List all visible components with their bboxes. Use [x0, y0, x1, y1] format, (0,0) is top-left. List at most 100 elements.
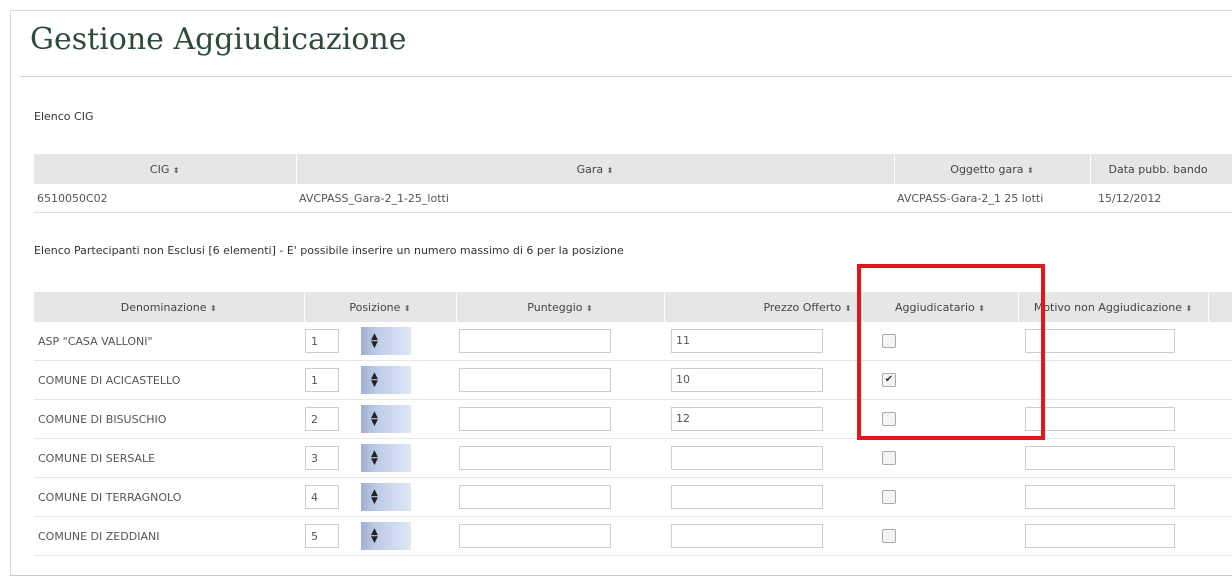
table-row: COMUNE DI BISUSCHIO 2 ▲ ▼ 12	[34, 399, 1232, 439]
punteggio-cell	[456, 516, 664, 556]
extra-cell	[1208, 360, 1232, 400]
prezzo-offerto-input[interactable]: 12	[671, 407, 823, 431]
punteggio-cell	[456, 438, 664, 478]
spinner-down-icon[interactable]: ▼	[371, 536, 378, 545]
extra-cell	[1208, 322, 1232, 361]
table-row: COMUNE DI SERSALE 3 ▲ ▼	[34, 438, 1232, 478]
prezzo-offerto-input[interactable]: 11	[671, 329, 823, 353]
motivo-cell	[1018, 399, 1208, 439]
posizione-input[interactable]: 5	[305, 524, 339, 548]
posizione-spinner[interactable]: ▲ ▼	[361, 483, 411, 511]
oggetto-gara-value: AVCPASS-Gara-2_1 25 lotti	[894, 184, 1090, 213]
cig-section-label: Elenco CIG	[34, 110, 94, 123]
prezzo-cell: 11	[664, 322, 862, 361]
spinner-down-icon[interactable]: ▼	[371, 497, 378, 506]
prezzo-offerto-input[interactable]	[671, 446, 823, 470]
posizione-input[interactable]: 1	[305, 368, 339, 392]
posizione-cell: 4 ▲ ▼	[304, 477, 456, 517]
motivo-input[interactable]	[1025, 329, 1175, 353]
punteggio-cell	[456, 360, 664, 400]
spinner-down-icon[interactable]: ▼	[371, 341, 378, 350]
sort-arrows-icon: ⬍	[844, 303, 852, 313]
posizione-cell: 1 ▲ ▼	[304, 360, 456, 400]
punteggio-input[interactable]	[459, 524, 611, 548]
aggiudicatario-cell	[862, 477, 1018, 517]
table-row: COMUNE DI ZEDDIANI 5 ▲ ▼	[34, 516, 1232, 556]
sort-arrows-icon: ⬍	[210, 303, 217, 313]
prezzo-cell	[664, 477, 862, 517]
punteggio-cell	[456, 322, 664, 361]
sort-arrows-icon: ⬍	[586, 303, 593, 313]
posizione-spinner[interactable]: ▲ ▼	[361, 327, 411, 355]
posizione-column-header[interactable]: Posizione ⬍	[304, 292, 457, 322]
aggiudicatario-cell	[862, 438, 1018, 478]
posizione-spinner[interactable]: ▲ ▼	[361, 405, 411, 433]
spinner-down-icon[interactable]: ▼	[371, 380, 378, 389]
spinner-down-icon[interactable]: ▼	[371, 458, 378, 467]
table-row[interactable]: 6510050C02 AVCPASS_Gara-2_1-25_lotti AVC…	[34, 184, 1232, 213]
posizione-spinner[interactable]: ▲ ▼	[361, 444, 411, 472]
gara-column-header[interactable]: Gara ⬍	[296, 154, 895, 184]
cig-table: CIG ⬍ Gara ⬍ Oggetto gara ⬍ Data pubb. b…	[34, 154, 1232, 213]
punteggio-input[interactable]	[459, 407, 611, 431]
prezzo-offerto-column-header[interactable]: Prezzo Offerto ⬍	[664, 292, 863, 322]
participants-header-row: Denominazione ⬍ Posizione ⬍ Punteggio ⬍ …	[34, 292, 1232, 322]
title-divider	[20, 76, 1232, 77]
participants-section-label: Elenco Partecipanti non Esclusi [6 eleme…	[34, 244, 624, 257]
punteggio-cell	[456, 399, 664, 439]
motivo-input[interactable]	[1025, 485, 1175, 509]
posizione-cell: 5 ▲ ▼	[304, 516, 456, 556]
aggiudicatario-checkbox[interactable]	[882, 529, 896, 543]
sort-arrows-icon: ⬍	[403, 303, 411, 313]
motivo-input[interactable]	[1025, 407, 1175, 431]
posizione-spinner[interactable]: ▲ ▼	[361, 366, 411, 394]
punteggio-column-header[interactable]: Punteggio ⬍	[456, 292, 665, 322]
page-title: Gestione Aggiudicazione	[30, 22, 407, 57]
extra-cell	[1208, 438, 1232, 478]
punteggio-input[interactable]	[459, 329, 611, 353]
prezzo-offerto-input[interactable]	[671, 485, 823, 509]
prezzo-offerto-input[interactable]: 10	[671, 368, 823, 392]
motivo-cell	[1018, 360, 1208, 400]
cig-column-header[interactable]: CIG ⬍	[34, 154, 297, 184]
posizione-input[interactable]: 1	[305, 329, 339, 353]
motivo-column-header[interactable]: Motivo non Aggiudicazione ⬍	[1018, 292, 1209, 322]
extra-cell	[1208, 477, 1232, 517]
motivo-cell	[1018, 438, 1208, 478]
cig-header-row: CIG ⬍ Gara ⬍ Oggetto gara ⬍ Data pubb. b…	[34, 154, 1232, 184]
posizione-input[interactable]: 4	[305, 485, 339, 509]
motivo-cell	[1018, 477, 1208, 517]
prezzo-offerto-input[interactable]	[671, 524, 823, 548]
prezzo-cell: 10	[664, 360, 862, 400]
table-row: COMUNE DI TERRAGNOLO 4 ▲ ▼	[34, 477, 1232, 517]
denominazione-cell: COMUNE DI ACICASTELLO	[34, 360, 304, 400]
table-row: COMUNE DI ACICASTELLO 1 ▲ ▼ 10 ✔	[34, 360, 1232, 400]
aggiudicatario-checkbox[interactable]	[882, 490, 896, 504]
punteggio-input[interactable]	[459, 446, 611, 470]
posizione-spinner[interactable]: ▲ ▼	[361, 522, 411, 550]
prezzo-cell: 12	[664, 399, 862, 439]
denominazione-column-header[interactable]: Denominazione ⬍	[34, 292, 305, 322]
motivo-input[interactable]	[1025, 446, 1175, 470]
posizione-cell: 2 ▲ ▼	[304, 399, 456, 439]
aggiudicatario-checkbox[interactable]	[882, 451, 896, 465]
participants-table: Denominazione ⬍ Posizione ⬍ Punteggio ⬍ …	[34, 292, 1232, 556]
motivo-input[interactable]	[1025, 524, 1175, 548]
extra-cell	[1208, 516, 1232, 556]
sort-arrows-icon: ⬍	[172, 165, 180, 175]
sort-arrows-icon: ⬍	[606, 165, 614, 175]
spinner-down-icon[interactable]: ▼	[371, 419, 378, 428]
posizione-input[interactable]: 3	[305, 446, 339, 470]
punteggio-input[interactable]	[459, 368, 611, 392]
denominazione-cell: COMUNE DI BISUSCHIO	[34, 399, 304, 439]
highlight-box	[857, 264, 1045, 440]
motivo-cell	[1018, 322, 1208, 361]
oggetto-gara-column-header[interactable]: Oggetto gara ⬍	[894, 154, 1091, 184]
sort-arrows-icon: ⬍	[1027, 165, 1034, 175]
data-pubb-value: 15/12/2012	[1090, 184, 1232, 213]
posizione-input[interactable]: 2	[305, 407, 339, 431]
denominazione-cell: ASP "CASA VALLONI"	[34, 322, 304, 361]
punteggio-input[interactable]	[459, 485, 611, 509]
data-pubb-column-header[interactable]: Data pubb. bando	[1090, 154, 1232, 184]
posizione-cell: 3 ▲ ▼	[304, 438, 456, 478]
